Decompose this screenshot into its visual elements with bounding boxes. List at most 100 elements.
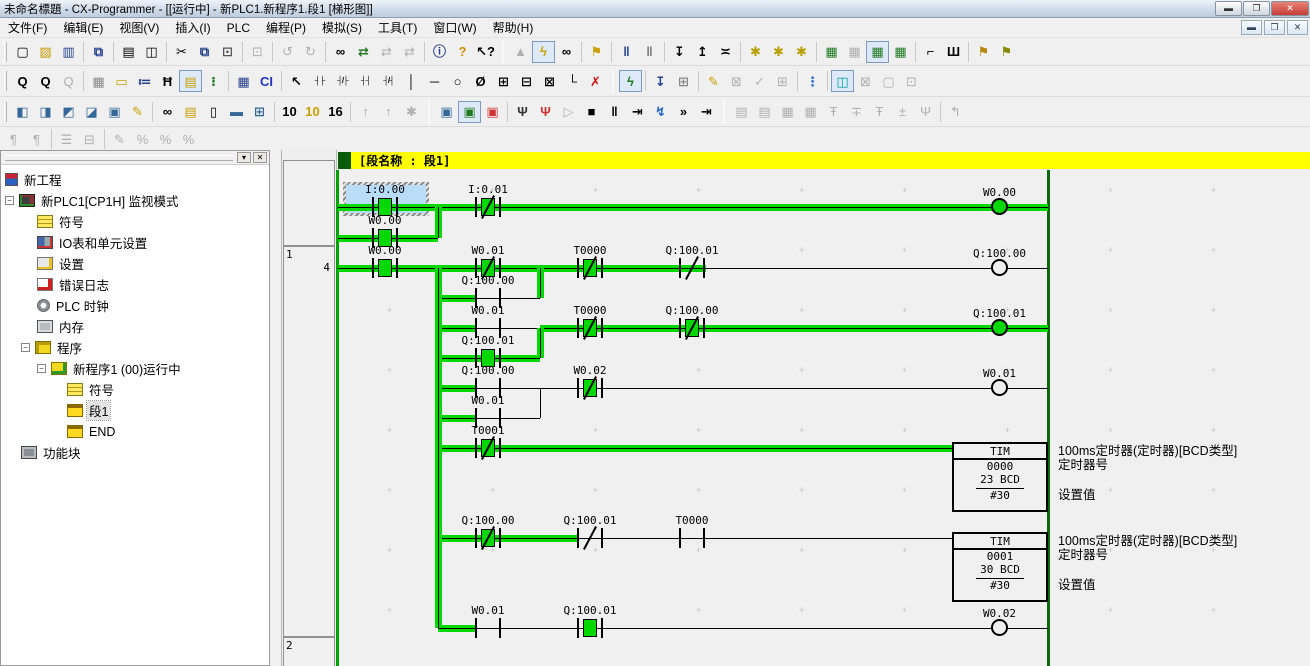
- pause-monitor-icon[interactable]: ‖: [615, 41, 638, 63]
- show-comments-icon[interactable]: ▭: [110, 70, 133, 92]
- list-disabled-2-icon[interactable]: ⊟: [78, 128, 101, 150]
- rung-monitor-icon[interactable]: Ħ: [156, 70, 179, 92]
- program-hierarchy-icon[interactable]: ⋮: [801, 70, 824, 92]
- mdi-close-button[interactable]: ✕: [1287, 20, 1308, 35]
- tree-item-3[interactable]: 符号: [1, 211, 269, 232]
- monitor-mode-icon[interactable]: ▣: [458, 101, 481, 123]
- indent-disabled-2-icon[interactable]: ¶: [25, 128, 48, 150]
- panel-splitter[interactable]: [270, 150, 282, 666]
- address-reference-tool-icon[interactable]: Ш: [942, 41, 965, 63]
- trace-disabled-9-icon[interactable]: Ψ: [914, 101, 937, 123]
- copy-icon[interactable]: ⧉: [193, 41, 216, 63]
- menu-2[interactable]: 编辑(E): [55, 17, 111, 38]
- watch-window-icon[interactable]: ◫: [831, 70, 854, 92]
- ladder-contact-nc[interactable]: T0001: [475, 438, 501, 458]
- close-button[interactable]: ✕: [1271, 1, 1309, 16]
- force-status-icon[interactable]: ▣: [481, 101, 504, 123]
- rung-cell-3[interactable]: 2: [283, 637, 335, 666]
- ladder-contact-nc[interactable]: I:0.01: [475, 197, 501, 217]
- auto-online-icon[interactable]: ⊞: [672, 70, 695, 92]
- paste-special-icon[interactable]: ⊡: [246, 41, 269, 63]
- new-fb-call-icon[interactable]: ⊠: [538, 70, 561, 92]
- open-project-icon[interactable]: ▨: [34, 41, 57, 63]
- new-or-contact-nc-icon[interactable]: ┤/┤: [377, 70, 400, 92]
- ladder-contact-nc[interactable]: T0000: [577, 318, 603, 338]
- tree-item-13[interactable]: END: [1, 421, 269, 442]
- workspace-close-button[interactable]: ✕: [253, 152, 267, 163]
- window-disabled-2-icon[interactable]: ▢: [877, 70, 900, 92]
- rung-list-icon[interactable]: ≔: [133, 70, 156, 92]
- menu-3[interactable]: 视图(V): [111, 17, 167, 38]
- ladder-coil[interactable]: W0.00: [991, 198, 1008, 215]
- view-properties-icon[interactable]: ✎: [126, 101, 149, 123]
- about-icon[interactable]: ⓘ: [428, 41, 451, 63]
- menu-4[interactable]: 插入(I): [167, 17, 218, 38]
- io-comment-view-icon[interactable]: ▯: [202, 101, 225, 123]
- ladder-contact-nc[interactable]: Q:100.01: [679, 258, 705, 278]
- trace-disabled-3-icon[interactable]: ▦: [776, 101, 799, 123]
- monitor-up-1-icon[interactable]: ↑: [354, 101, 377, 123]
- zoom-fit-icon[interactable]: Q: [34, 70, 57, 92]
- trace-disabled-2-icon[interactable]: ▤: [753, 101, 776, 123]
- find-icon[interactable]: ∞: [329, 41, 352, 63]
- workspace-dropdown-button[interactable]: ▾: [237, 152, 251, 163]
- select-mode-icon[interactable]: ↖: [285, 70, 308, 92]
- tree-expander-icon[interactable]: −: [5, 196, 14, 205]
- tree-item-8[interactable]: 内存: [1, 316, 269, 337]
- tree-expander-icon[interactable]: −: [21, 343, 30, 352]
- ladder-contact-no[interactable]: Q:100.01: [577, 618, 603, 638]
- indent-disabled-1-icon[interactable]: ¶: [2, 128, 25, 150]
- ci-window-icon[interactable]: CI: [255, 70, 278, 92]
- window-disabled-3-icon[interactable]: ⊡: [900, 70, 923, 92]
- new-or-contact-icon[interactable]: ┤┤: [354, 70, 377, 92]
- tim-instruction-box[interactable]: TIM000130 BCD#30: [952, 532, 1048, 602]
- print-preview-icon[interactable]: ◫: [140, 41, 163, 63]
- edit-comments-icon[interactable]: ✎: [702, 70, 725, 92]
- new-instruction-icon[interactable]: ⊞: [492, 70, 515, 92]
- print-icon[interactable]: ▤: [117, 41, 140, 63]
- pen-disabled-4-icon[interactable]: %: [177, 128, 200, 150]
- ladder-contact-nc[interactable]: W0.02: [577, 378, 603, 398]
- pause-icon[interactable]: ‖: [638, 41, 661, 63]
- stop-monitoring-icon[interactable]: Ψ: [534, 101, 557, 123]
- sim-run-to-cursor-icon[interactable]: ⇥: [695, 101, 718, 123]
- pen-disabled-1-icon[interactable]: ✎: [108, 128, 131, 150]
- menu-9[interactable]: 窗口(W): [425, 17, 484, 38]
- trace-disabled-4-icon[interactable]: ▦: [799, 101, 822, 123]
- watch-window-toggle-icon[interactable]: ▦: [866, 41, 889, 63]
- cross-reference-icon[interactable]: ⌐: [919, 41, 942, 63]
- mdi-restore-button[interactable]: ❐: [1264, 20, 1285, 35]
- replace-all-icon[interactable]: ⇄: [398, 41, 421, 63]
- compare-with-plc-icon[interactable]: ≍: [714, 41, 737, 63]
- transfer-from-plc-icon[interactable]: ↥: [691, 41, 714, 63]
- radix-hex-icon[interactable]: 16: [324, 101, 347, 123]
- ladder-contact-nc[interactable]: T0000: [577, 258, 603, 278]
- tree-item-9[interactable]: −程序: [1, 337, 269, 358]
- sim-continuous-run-icon[interactable]: »: [672, 101, 695, 123]
- rung-cell-1[interactable]: [283, 160, 335, 246]
- sim-pause-icon[interactable]: ‖: [603, 101, 626, 123]
- local-symbols-icon[interactable]: ▤: [179, 70, 202, 92]
- view-window-5-icon[interactable]: ▣: [103, 101, 126, 123]
- simulator-icon[interactable]: ▲: [509, 41, 532, 63]
- tree-item-11[interactable]: 符号: [1, 379, 269, 400]
- ladder-coil[interactable]: Q:100.01: [991, 319, 1008, 336]
- workspace-grip[interactable]: [5, 155, 233, 161]
- edit-disabled-3-icon[interactable]: ⊞: [771, 70, 794, 92]
- view-window-1-icon[interactable]: ◧: [11, 101, 34, 123]
- save-project-icon[interactable]: ▥: [57, 41, 80, 63]
- edit-disabled-1-icon[interactable]: ⊠: [725, 70, 748, 92]
- print-setup-icon[interactable]: ⧉: [87, 41, 110, 63]
- ladder-contact-nc[interactable]: Q:100.00: [475, 528, 501, 548]
- rung-cell-2[interactable]: 14: [283, 246, 335, 637]
- pen-disabled-2-icon[interactable]: %: [131, 128, 154, 150]
- zoom-out-icon[interactable]: Q: [57, 70, 80, 92]
- new-instruction-detail-icon[interactable]: ⊟: [515, 70, 538, 92]
- tree-item-4[interactable]: IO表和单元设置: [1, 232, 269, 253]
- ladder-contact-nc[interactable]: Q:100.00: [679, 318, 705, 338]
- unit-setup-icon[interactable]: ▦: [843, 41, 866, 63]
- list-disabled-1-icon[interactable]: ☰: [55, 128, 78, 150]
- new-vertical-line-icon[interactable]: │: [400, 70, 423, 92]
- sim-step-run-icon[interactable]: ⇥: [626, 101, 649, 123]
- trace-disabled-7-icon[interactable]: Ŧ: [868, 101, 891, 123]
